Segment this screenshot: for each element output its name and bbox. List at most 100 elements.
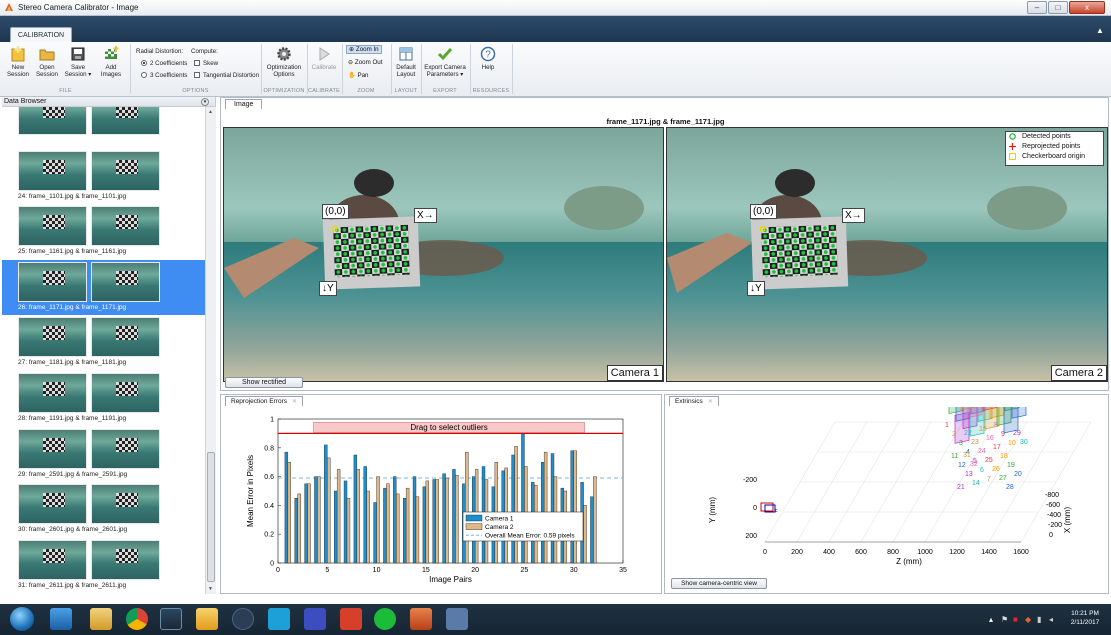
bar-camera-1 [314,476,318,564]
thumbnail-item[interactable]: 25: frame_1161.jpg & frame_1161.jpg [2,204,205,259]
checkerboard-cam1 [322,216,421,290]
thumbnail-item[interactable]: 31: frame_2611.jpg & frame_2611.jpg [2,538,205,593]
y-tick-label: 0.2 [264,532,274,539]
chrome-icon[interactable] [126,608,148,630]
start-button[interactable] [10,607,34,631]
network-icon[interactable]: ▮ [1037,615,1041,624]
scroll-down-icon[interactable]: ▼ [208,586,213,592]
group-zoom-label: ZOOM [357,88,375,94]
browser-scrollbar[interactable]: ▲ ▼ [205,107,216,594]
close-tab-icon[interactable]: ✕ [708,399,713,405]
coef3-radio[interactable]: 3 Coefficients [141,72,187,79]
browser-menu-icon[interactable]: ▾ [201,98,209,106]
thumbnail-item[interactable]: 30: frame_2601.jpg & frame_2601.jpg [2,482,205,537]
tab-image[interactable]: Image [225,99,263,109]
calibrate-button[interactable]: Calibrate [309,46,339,71]
discord-icon[interactable] [304,608,326,630]
thumbnail-item[interactable]: 27: frame_1181.jpg & frame_1181.jpg [2,315,205,370]
extrinsics-3d-plot[interactable]: 0 200 400 600 800 1000 1200 1400 1600Z (mm)-2000… [665,407,1108,577]
reprojection-bar-chart[interactable]: 00.20.40.60.810 5 10 15 20 25 30 35Image PairsM… [221,407,661,593]
app-grid-icon[interactable] [196,608,218,630]
thumbnail-image-right [91,107,160,135]
steam-icon[interactable] [160,608,182,630]
tab-calibration[interactable]: CALIBRATION [10,27,72,43]
thumbnail-caption: 28: frame_1191.jpg & frame_1191.jpg [18,415,127,422]
svg-text:?: ? [485,50,491,61]
group-calibrate-label: CALIBRATE [308,88,340,94]
legend-reprojected: Reprojected points [1006,142,1103,152]
thumbnail-item[interactable]: 32: frame_2621.jpg & frame_2621.jpg [2,593,205,594]
x-tick-label: -800 [1045,492,1059,499]
checkerboard-label: 31 [963,452,971,459]
tab-reprojection-errors[interactable]: Reprojection Errors ✕ [225,396,304,406]
file-explorer-icon[interactable] [90,608,112,630]
zoom-out-button[interactable]: ⊖ Zoom Out [348,59,382,66]
show-rectified-button[interactable]: Show rectified [225,377,303,388]
open-session-button[interactable]: Open Session [32,46,62,78]
bar-camera-1 [422,486,427,564]
z-tick-label: 1000 [917,549,933,556]
optimization-options-button[interactable]: Optimization Options [264,46,304,78]
thumbnail-image-right [91,373,160,413]
camera1-image[interactable]: (0,0) X→ ↓Y Camera 1 [223,127,664,382]
group-options-label: OPTIONS [182,88,209,94]
x-tick-label: 30 [570,567,578,574]
flag-icon[interactable]: ⚑ [1001,615,1008,624]
close-tab-icon[interactable]: ✕ [292,399,297,405]
legend-entry: Camera 1 [485,516,514,523]
close-button[interactable]: x [1069,1,1105,14]
bar-camera-1 [363,466,367,564]
zoom-in-button[interactable]: ⊕ Zoom In [346,45,382,54]
bar-camera-1 [353,454,358,564]
maximize-button[interactable]: □ [1048,1,1068,14]
shield-icon[interactable]: ◆ [1025,615,1031,624]
thumbnail-item[interactable]: 29: frame_2591.jpg & frame_2591.jpg [2,427,205,482]
paint-icon[interactable] [446,608,468,630]
tangential-checkbox[interactable]: Tangential Distortion [194,72,259,79]
checkerboard-label: 24 [978,448,986,455]
bar-camera-2 [583,505,587,564]
checkerboard-cam2 [750,216,849,290]
skew-checkbox[interactable]: Skew [194,60,218,67]
clock[interactable]: 10:21 PM 2/11/2017 [1065,609,1105,627]
java-app-icon[interactable] [340,608,362,630]
antivirus-icon[interactable]: ■ [1013,615,1018,624]
data-browser-title: Data Browser [4,98,47,105]
thumbnail-item[interactable]: 28: frame_1191.jpg & frame_1191.jpg [2,371,205,426]
tray-arrow-icon[interactable]: ▴ [989,615,993,624]
minimize-button[interactable]: – [1027,1,1047,14]
scroll-up-icon[interactable]: ▲ [208,109,213,115]
save-session-button[interactable]: Save Session ▾ [62,46,94,78]
new-session-button[interactable]: New Session [3,46,33,78]
add-images-button[interactable]: Add Images [96,46,126,78]
bar-camera-2 [346,497,351,564]
thumbnail-item[interactable] [2,107,205,148]
checkerboard-label: 11 [951,453,958,460]
thumbnail-item[interactable]: 26: frame_1171.jpg & frame_1171.jpg [2,259,205,315]
help-button[interactable]: ? Help [476,46,500,71]
default-layout-button[interactable]: Default Layout [393,46,419,78]
legend-swatch [465,523,483,530]
scroll-thumb[interactable] [207,452,215,582]
powershell-icon[interactable] [50,608,72,630]
x-tick-label: -400 [1047,512,1061,519]
origin-label-cam2: (0,0) [750,204,777,219]
green-app-icon[interactable] [374,608,396,630]
compute-label: Compute: [191,48,218,55]
tab-extrinsics[interactable]: Extrinsics ✕ [669,396,719,406]
bar-camera-2 [425,480,430,564]
volume-icon[interactable]: ◂ [1049,615,1053,624]
ribbon-collapse-icon[interactable]: ▲ [1095,26,1105,36]
thumbnail-caption: 30: frame_2601.jpg & frame_2601.jpg [18,526,128,534]
z-tick-label: 800 [887,549,899,556]
rox-icon[interactable] [232,608,254,630]
skype-icon[interactable] [268,608,290,630]
system-tray: ▴ ⚑ ■ ◆ ▮ ◂ 10:21 PM 2/11/2017 [985,608,1105,632]
bar-camera-1 [343,480,348,564]
thumbnail-item[interactable]: 24: frame_1101.jpg & frame_1101.jpg [2,149,205,204]
matlab-icon[interactable] [410,608,432,630]
show-camera-centric-view-button[interactable]: Show camera-centric view [671,578,767,589]
pan-button[interactable]: ✋ Pan [348,71,368,79]
export-camera-parameters-button[interactable]: Export Camera Parameters ▾ [423,46,467,78]
coef2-radio[interactable]: 2 Coefficients [141,60,187,67]
